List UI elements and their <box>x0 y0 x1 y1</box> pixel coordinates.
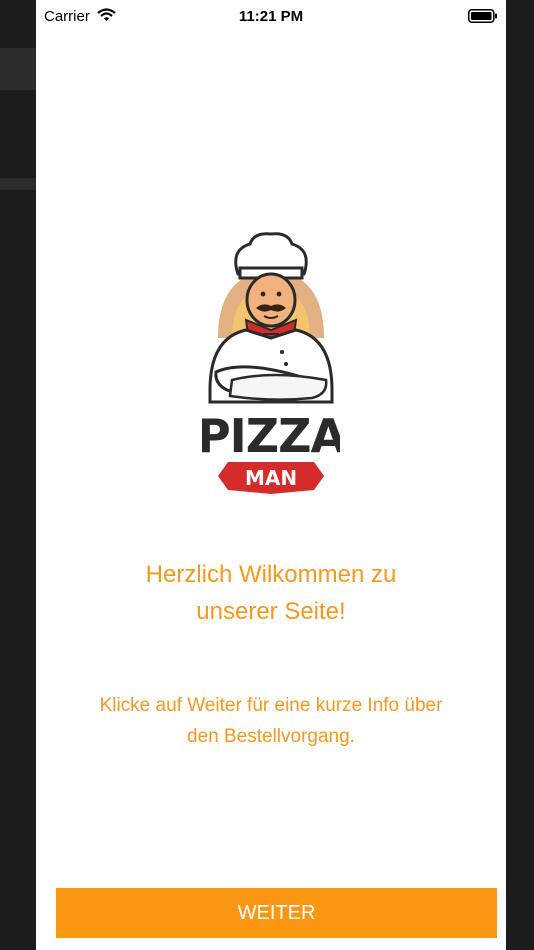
app-screen: Carrier 11:21 PM PIZZA MAN Herzlich Wilk… <box>36 0 506 950</box>
welcome-title-line-1: Herzlich Wilkommen zu <box>145 561 397 588</box>
welcome-title: Herzlich Wilkommen zu unserer Seite! <box>56 556 486 630</box>
welcome-title-line-2: unserer Seite! <box>196 598 346 625</box>
simulator-frame-right <box>506 0 534 950</box>
info-text-line-2: den Bestellvorgang. <box>187 726 355 747</box>
logo-wordmark-man: MAN <box>245 466 297 490</box>
simulator-frame-left <box>0 0 36 950</box>
pizza-man-chef-logo: PIZZA MAN <box>202 232 340 494</box>
info-text-line-1: Klicke auf Weiter für eine kurze Info üb… <box>99 695 443 716</box>
info-text: Klicke auf Weiter für eine kurze Info üb… <box>56 690 486 752</box>
status-time: 11:21 PM <box>238 8 304 25</box>
next-button[interactable]: WEITER <box>56 888 497 938</box>
status-bar: Carrier 11:21 PM <box>36 0 506 34</box>
logo-wordmark-pizza: PIZZA <box>202 409 340 463</box>
battery-icon <box>468 9 497 23</box>
